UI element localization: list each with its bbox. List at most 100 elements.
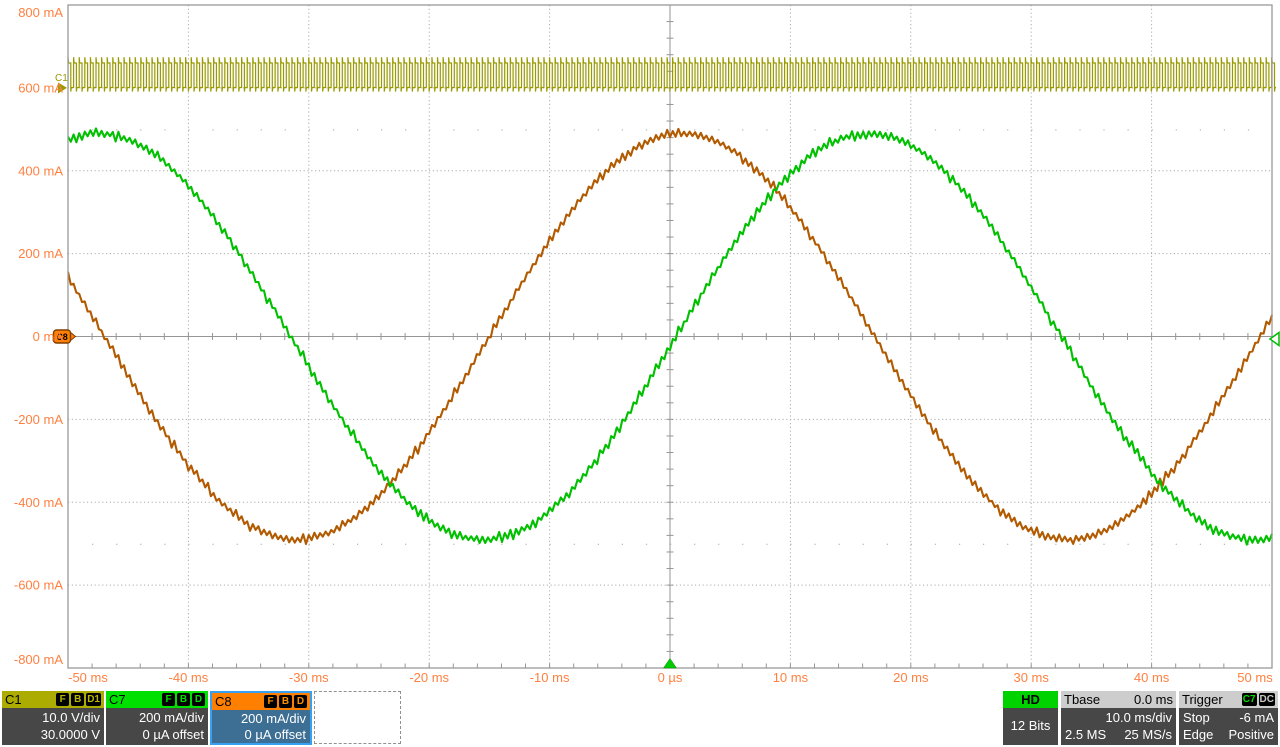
minor-dot	[453, 129, 454, 130]
empty-channel-slot[interactable]	[314, 691, 401, 744]
minor-dot	[1103, 129, 1104, 130]
minor-dot	[261, 544, 262, 545]
acquisition-hd-box[interactable]: HD 12 Bits	[1003, 691, 1058, 745]
minor-dot	[1128, 544, 1129, 545]
oscilloscope-screen: C1C8800 mA600 mA400 mA200 mA0 mA-200 mA-…	[0, 0, 1280, 747]
badge-d1-icon: D1	[86, 693, 101, 706]
trigger-box[interactable]: Trigger C7 DC Stop -6 mA Edge Positive	[1179, 691, 1278, 745]
minor-dot	[116, 129, 117, 130]
minor-dot	[1152, 544, 1153, 545]
timebase-delay: 0.0 ms	[1134, 692, 1173, 707]
trigger-badges: C7 DC	[1242, 693, 1275, 706]
minor-dot	[501, 129, 502, 130]
minor-dot	[188, 129, 189, 130]
x-axis-tick-label: 20 ms	[893, 670, 929, 685]
x-axis-tick-label: 10 ms	[773, 670, 809, 685]
channel-descriptor-c7[interactable]: C7 F B D 200 mA/div 0 µA offset	[106, 691, 208, 745]
minor-dot	[381, 129, 382, 130]
minor-dot	[116, 544, 117, 545]
x-axis-tick-label: -10 ms	[530, 670, 570, 685]
channel-c1-body: 10.0 V/div 30.0000 V	[2, 708, 104, 745]
minor-dot	[574, 129, 575, 130]
minor-dot	[405, 544, 406, 545]
trigger-coupling-badge: DC	[1259, 693, 1275, 706]
timebase-samples: 2.5 MS	[1065, 726, 1106, 743]
badge-f-icon: F	[264, 695, 277, 708]
channel-descriptor-c1[interactable]: C1 F B D1 10.0 V/div 30.0000 V	[2, 691, 104, 745]
timebase-body: 10.0 ms/div 2.5 MS 25 MS/s	[1061, 708, 1176, 745]
minor-dot	[164, 129, 165, 130]
y-axis-tick-label: -200 mA	[14, 412, 63, 427]
minor-dot	[285, 129, 286, 130]
minor-dot	[429, 129, 430, 130]
minor-dot	[887, 544, 888, 545]
channel-c1-badges: F B D1	[56, 693, 101, 706]
minor-dot	[550, 544, 551, 545]
channel-c1-header: C1 F B D1	[2, 691, 104, 708]
minor-dot	[718, 544, 719, 545]
minor-dot	[887, 129, 888, 130]
minor-dot	[381, 544, 382, 545]
minor-dot	[309, 544, 310, 545]
y-axis-tick-label: 800 mA	[18, 5, 63, 20]
minor-dot	[935, 544, 936, 545]
minor-dot	[1128, 129, 1129, 130]
minor-dot	[333, 129, 334, 130]
trigger-header: Trigger C7 DC	[1179, 691, 1278, 708]
minor-dot	[526, 544, 527, 545]
x-axis-tick-label: 50 ms	[1237, 670, 1273, 685]
timebase-scale: 10.0 ms/div	[1065, 709, 1172, 726]
minor-dot	[453, 544, 454, 545]
minor-dot	[309, 129, 310, 130]
y-axis-tick-label: -600 mA	[14, 578, 63, 593]
minor-dot	[622, 129, 623, 130]
minor-dot	[1079, 129, 1080, 130]
minor-dot	[526, 129, 527, 130]
minor-dot	[92, 129, 93, 130]
minor-dot	[646, 129, 647, 130]
minor-dot	[1200, 544, 1201, 545]
minor-dot	[213, 129, 214, 130]
minor-dot	[1007, 129, 1008, 130]
minor-dot	[92, 544, 93, 545]
minor-dot	[911, 544, 912, 545]
channel-c7-body: 200 mA/div 0 µA offset	[106, 708, 208, 745]
x-axis-tick-label: -40 ms	[169, 670, 209, 685]
minor-dot	[237, 129, 238, 130]
badge-b-icon: B	[177, 693, 190, 706]
timebase-header: Tbase 0.0 ms	[1061, 691, 1176, 708]
timebase-rate: 25 MS/s	[1124, 726, 1172, 743]
minor-dot	[839, 544, 840, 545]
timebase-sampling: 2.5 MS 25 MS/s	[1065, 726, 1172, 743]
channel-c7-badges: F B D	[162, 693, 205, 706]
channel-c8-header: C8 F B D	[212, 693, 310, 710]
minor-dot	[429, 544, 430, 545]
minor-dot	[742, 544, 743, 545]
waveform-graticule[interactable]: C1C8800 mA600 mA400 mA200 mA0 mA-200 mA-…	[0, 0, 1280, 747]
minor-dot	[694, 129, 695, 130]
channel-descriptor-c8[interactable]: C8 F B D 200 mA/div 0 µA offset	[210, 691, 312, 745]
minor-dot	[694, 544, 695, 545]
minor-dot	[1055, 544, 1056, 545]
minor-dot	[1055, 129, 1056, 130]
y-axis-tick-label: 400 mA	[18, 163, 63, 178]
x-axis-tick-label: 30 ms	[1013, 670, 1049, 685]
trigger-label: Trigger	[1182, 692, 1223, 707]
channel-c8-offset: 0 µA offset	[216, 727, 306, 743]
minor-dot	[766, 129, 767, 130]
minor-dot	[983, 129, 984, 130]
minor-dot	[935, 129, 936, 130]
grid	[68, 5, 1272, 668]
timebase-box[interactable]: Tbase 0.0 ms 10.0 ms/div 2.5 MS 25 MS/s	[1061, 691, 1176, 745]
minor-dot	[959, 129, 960, 130]
minor-dot	[405, 129, 406, 130]
minor-dot	[598, 129, 599, 130]
minor-dot	[477, 544, 478, 545]
channel-c1-scale: 10.0 V/div	[6, 709, 100, 726]
minor-dot	[790, 129, 791, 130]
minor-dot	[863, 544, 864, 545]
y-axis-tick-label: 600 mA	[18, 80, 63, 95]
badge-f-icon: F	[56, 693, 69, 706]
minor-dot	[1176, 129, 1177, 130]
trigger-slope: Positive	[1228, 726, 1274, 743]
